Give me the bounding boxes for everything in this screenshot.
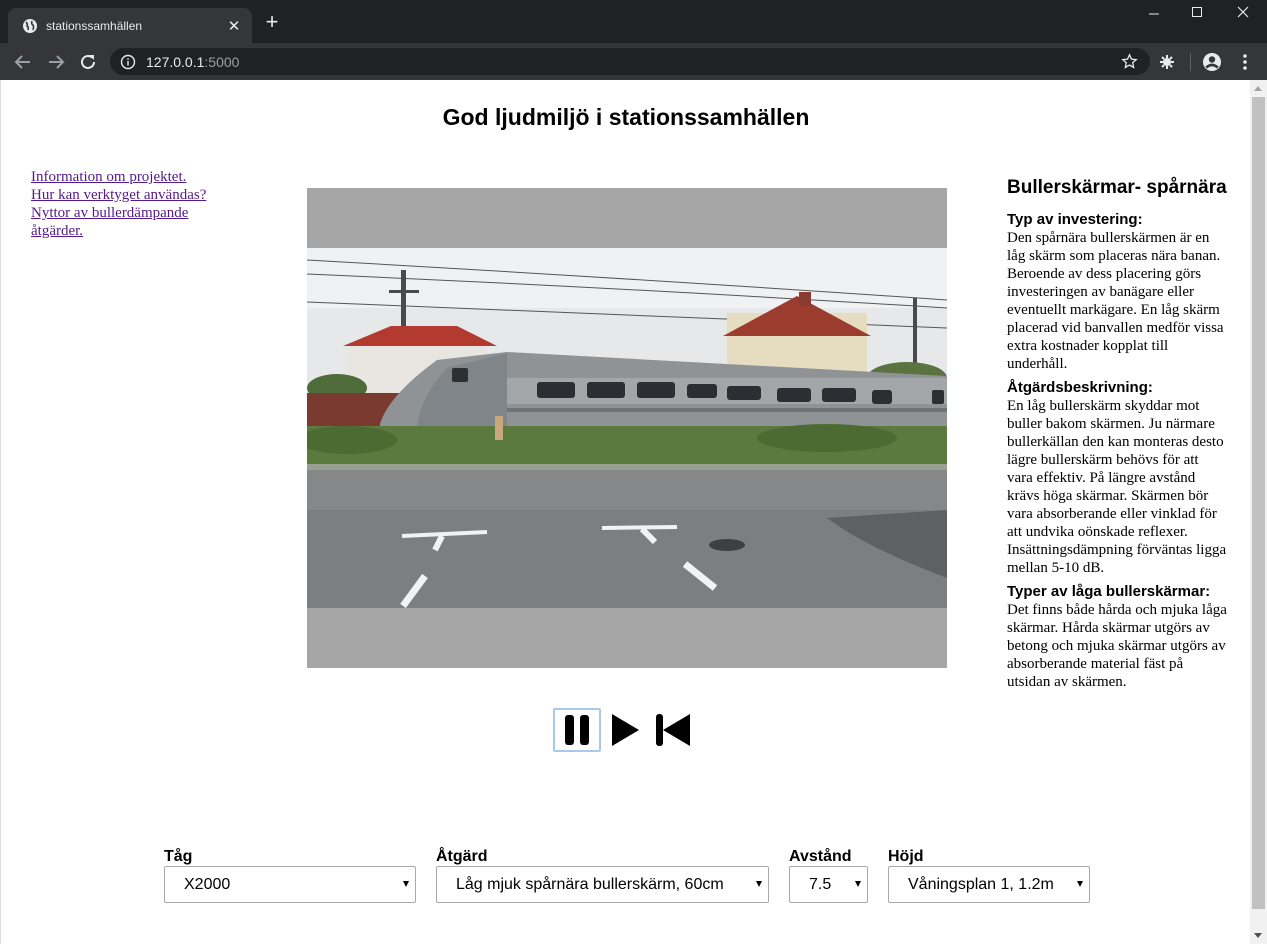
toolbar-divider [1190, 53, 1191, 71]
distance-select-value: 7.5 [809, 875, 832, 893]
link-how-to-use[interactable]: Hur kan verktyget användas? [31, 186, 231, 204]
measure-select-group: Åtgärd Låg mjuk spårnära bullerskärm, 60… [436, 848, 769, 903]
measure-select-value: Låg mjuk spårnära bullerskärm, 60cm [456, 875, 724, 893]
page-content: God ljudmiljö i stationssamhällen Inform… [0, 80, 1250, 944]
back-arrow-icon[interactable] [12, 51, 34, 73]
section-title-investment: Typ av investering: [1007, 211, 1143, 228]
section-title-types: Typer av låga bullerskärmar: [1007, 583, 1211, 600]
skip-back-icon [656, 714, 690, 746]
play-button[interactable] [601, 708, 649, 752]
scroll-up-icon[interactable] [1254, 86, 1262, 91]
distance-select[interactable]: 7.5 [789, 866, 868, 903]
minimize-icon[interactable] [1131, 6, 1177, 26]
address-bar[interactable]: 127.0.0.1:5000 [110, 48, 1150, 75]
measure-info-panel: Bullerskärmar- spårnära Typ av investeri… [1007, 177, 1227, 697]
video-controls [553, 708, 697, 752]
height-select-value: Våningsplan 1, 1.2m [908, 875, 1054, 893]
browser-tab-strip: stationssamhällen ✕ + [0, 0, 1267, 43]
url-host: 127.0.0.1 [146, 53, 205, 70]
chevron-down-icon [855, 881, 861, 887]
distance-select-label: Avstånd [789, 848, 852, 865]
page-scrollbar[interactable] [1250, 80, 1267, 944]
section-text-investment: Den spårnära bullerskärmen är en låg skä… [1007, 230, 1224, 372]
profile-avatar-icon[interactable] [1201, 51, 1223, 73]
play-icon [612, 714, 639, 746]
info-icon[interactable] [120, 54, 136, 70]
link-project-info[interactable]: Information om projektet. [31, 168, 231, 186]
new-tab-icon[interactable]: + [262, 11, 282, 33]
height-select[interactable]: Våningsplan 1, 1.2m [888, 866, 1090, 903]
scrollbar-thumb[interactable] [1252, 97, 1265, 909]
section-text-description: En låg bullerskärm skyddar mot buller ba… [1007, 398, 1227, 576]
train-select-group: Tåg X2000 [164, 848, 416, 903]
bookmark-star-icon[interactable] [1121, 53, 1138, 70]
train-select-label: Tåg [164, 848, 193, 865]
restart-button[interactable] [649, 708, 697, 752]
forward-arrow-icon[interactable] [45, 51, 67, 73]
chevron-down-icon [756, 881, 762, 887]
panel-heading: Bullerskärmar- spårnära [1007, 177, 1227, 198]
train-select-value: X2000 [184, 875, 231, 893]
measure-select[interactable]: Låg mjuk spårnära bullerskärm, 60cm [436, 866, 769, 903]
pause-button[interactable] [553, 708, 601, 752]
section-text-types: Det finns både hårda och mjuka låga skär… [1007, 602, 1227, 690]
measure-select-label: Åtgärd [436, 848, 488, 865]
browser-toolbar: 127.0.0.1:5000 [0, 43, 1267, 80]
page-title: God ljudmiljö i stationssamhällen [442, 104, 810, 130]
distance-select-group: Avstånd 7.5 [789, 848, 868, 903]
video-frame-train-scene [307, 248, 947, 608]
browser-tab[interactable]: stationssamhällen ✕ [8, 8, 252, 43]
section-title-description: Åtgärdsbeskrivning: [1007, 379, 1153, 396]
close-window-icon[interactable] [1220, 6, 1266, 26]
reload-icon[interactable] [77, 51, 99, 73]
chevron-down-icon [1077, 881, 1083, 887]
close-tab-icon[interactable]: ✕ [226, 17, 242, 35]
globe-icon [23, 18, 37, 33]
height-select-label: Höjd [888, 848, 924, 865]
tab-title: stationssamhällen [46, 18, 143, 33]
extensions-puzzle-icon[interactable] [1156, 51, 1178, 73]
link-benefits[interactable]: Nyttor av bullerdämpande åtgärder. [31, 204, 231, 240]
height-select-group: Höjd Våningsplan 1, 1.2m [888, 848, 1090, 903]
maximize-icon[interactable] [1174, 6, 1220, 26]
pause-icon [565, 715, 589, 745]
video-player[interactable] [307, 188, 947, 668]
browser-menu-icon[interactable] [1234, 51, 1256, 73]
scroll-down-icon[interactable] [1254, 933, 1262, 938]
info-links: Information om projektet. Hur kan verkty… [31, 168, 231, 240]
train-select[interactable]: X2000 [164, 866, 416, 903]
url-port: :5000 [204, 53, 240, 70]
chevron-down-icon [403, 881, 409, 887]
